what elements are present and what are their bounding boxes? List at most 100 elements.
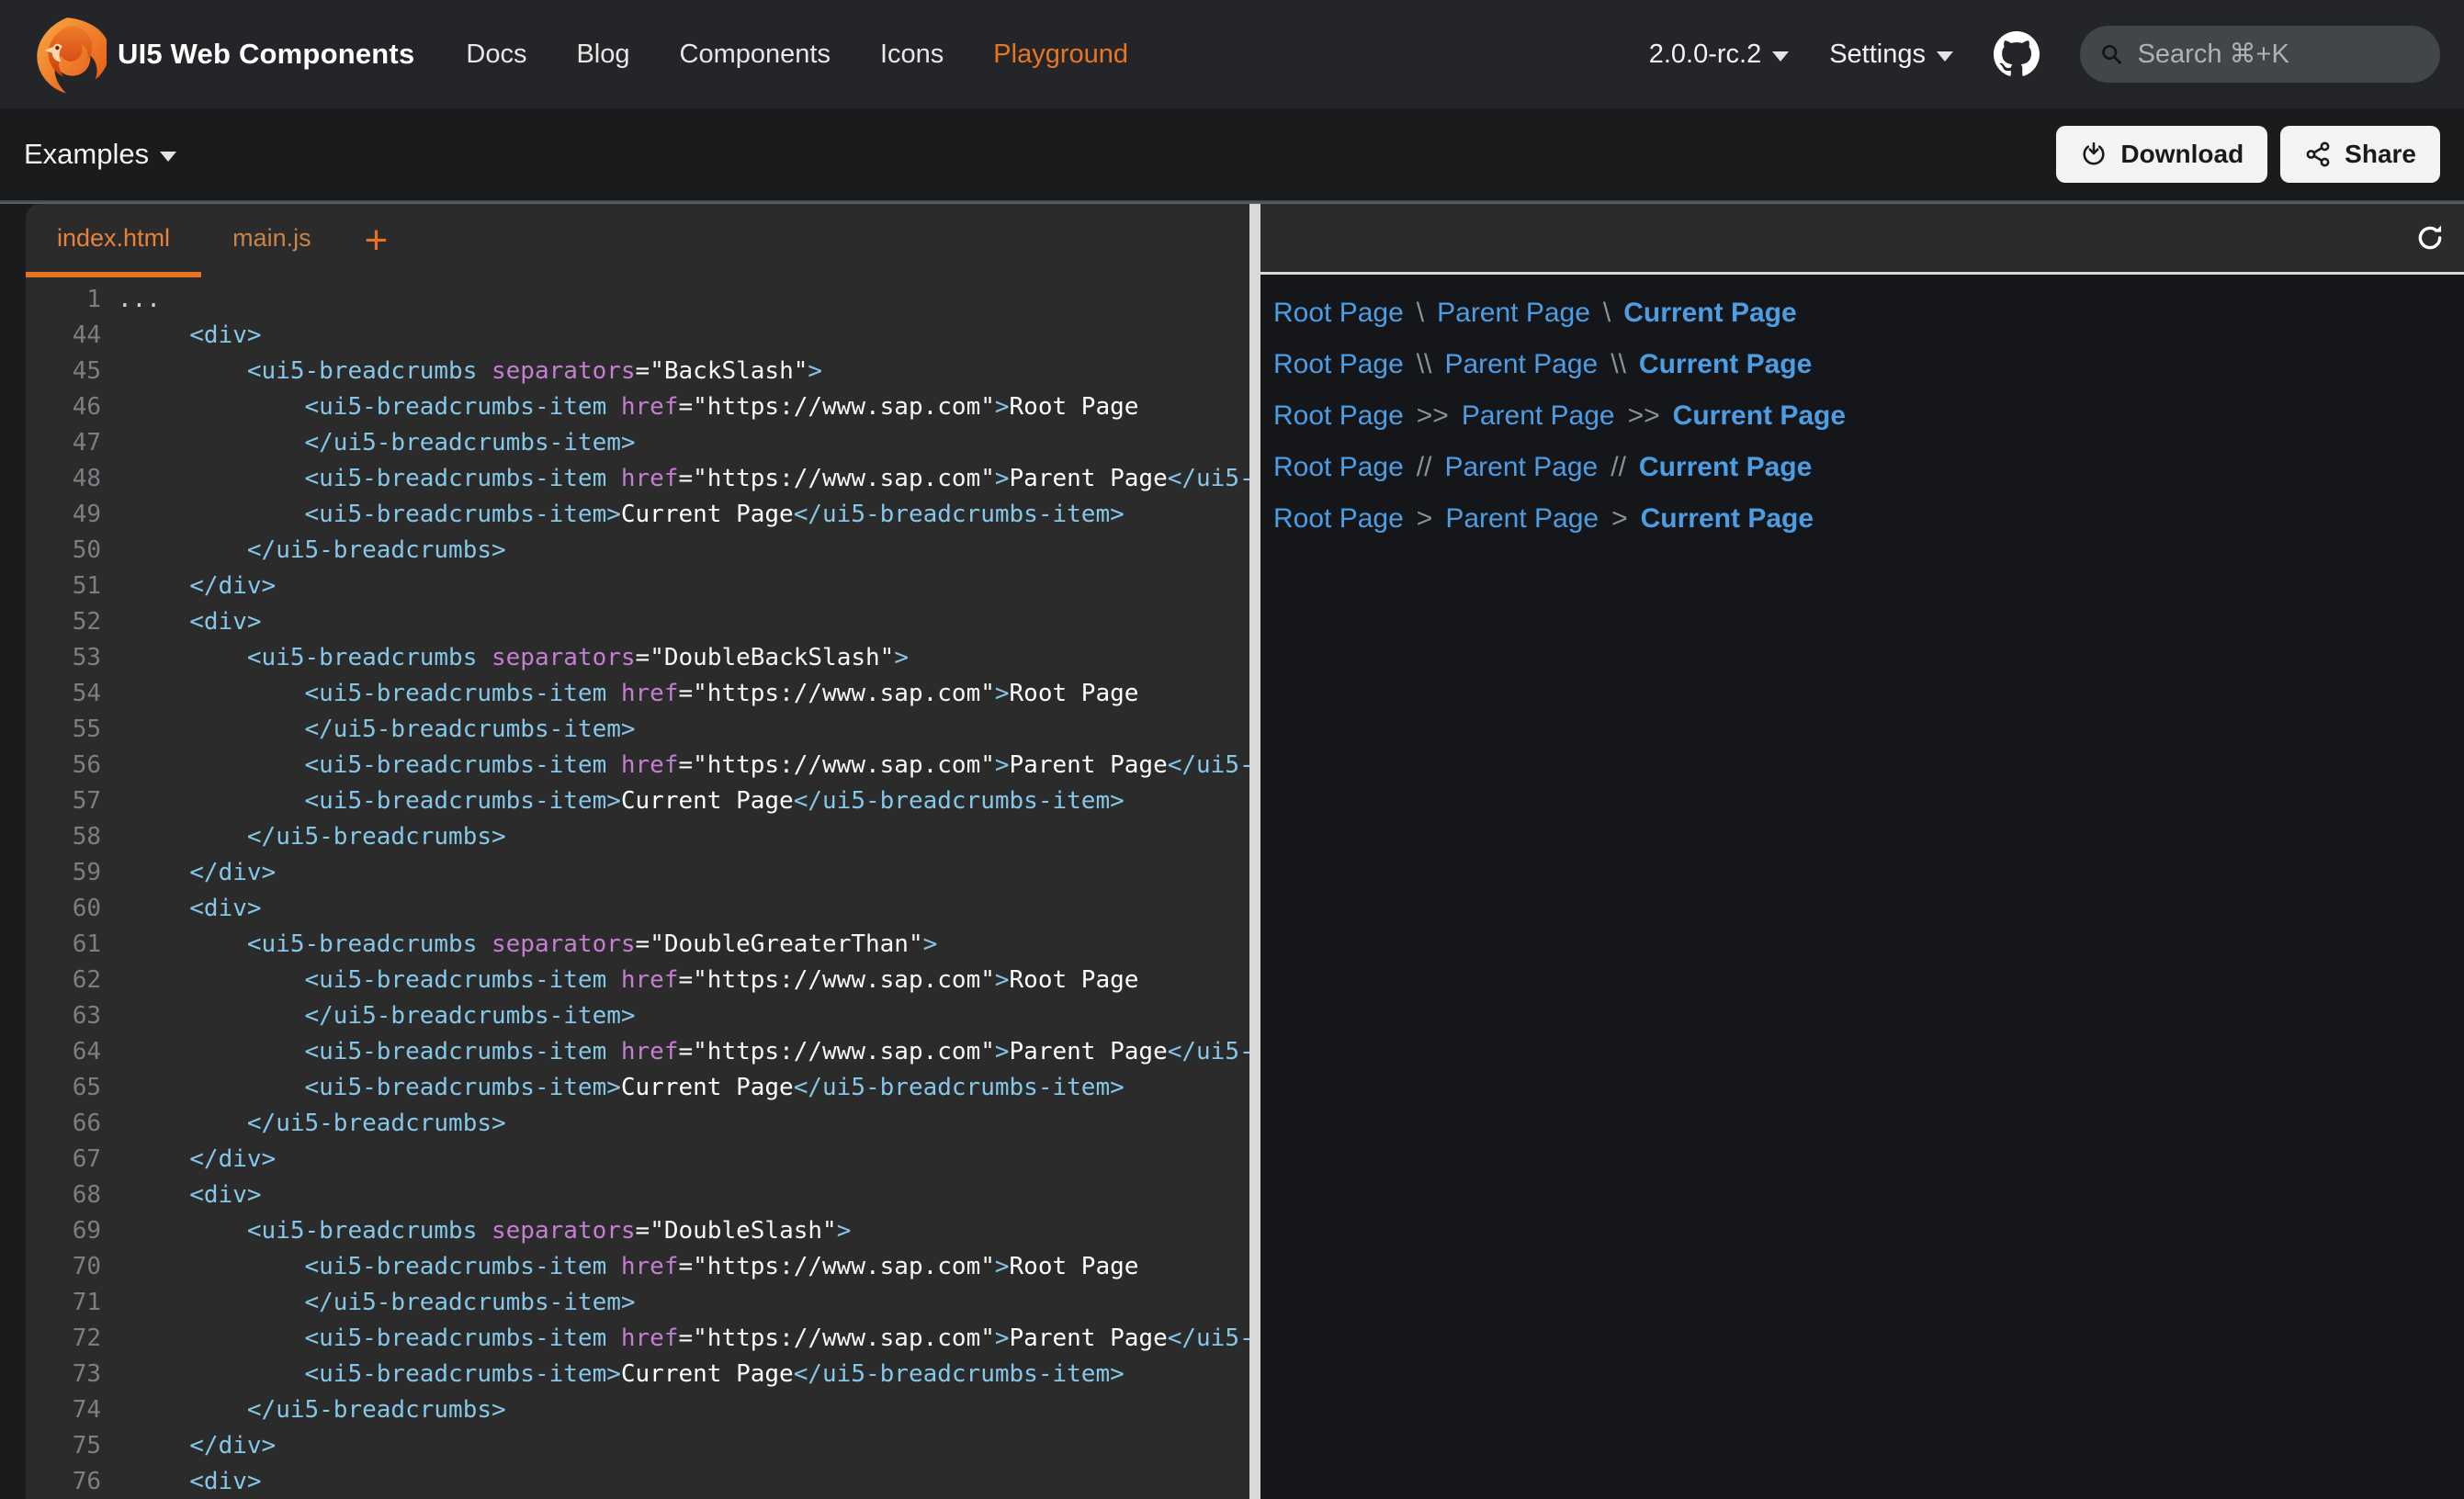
breadcrumb-link[interactable]: Parent Page (1445, 503, 1599, 535)
code-line: 73 <ui5-breadcrumbs-item>Current Page</u… (26, 1357, 1249, 1392)
breadcrumb-separator: // (1611, 452, 1626, 483)
line-number: 74 (26, 1392, 101, 1428)
breadcrumb-link[interactable]: Parent Page (1437, 298, 1590, 329)
phoenix-logo-icon[interactable] (24, 10, 108, 98)
line-number: 51 (26, 569, 101, 604)
breadcrumb-link[interactable]: Root Page (1273, 452, 1404, 483)
breadcrumb-separator: \ (1417, 298, 1424, 329)
breadcrumb-separator: \\ (1417, 349, 1432, 380)
code-line: 70 <ui5-breadcrumbs-item href="https://w… (26, 1249, 1249, 1285)
share-icon (2304, 141, 2332, 168)
breadcrumb-current: Current Page (1639, 349, 1812, 380)
line-number: 57 (26, 783, 101, 819)
breadcrumb-current: Current Page (1673, 400, 1846, 432)
code-line: 72 <ui5-breadcrumbs-item href="https://w… (26, 1321, 1249, 1357)
nav-item-components[interactable]: Components (680, 39, 831, 70)
preview-canvas: Root Page\Parent Page\Current PageRoot P… (1260, 275, 2464, 1499)
breadcrumb-separator: > (1611, 503, 1628, 535)
settings-menu[interactable]: Settings (1829, 39, 1953, 70)
breadcrumb-row: Root Page \ Parent Page \ Current Page (1273, 287, 2464, 339)
line-number: 65 (26, 1070, 101, 1106)
code-line: 75 </div> (26, 1428, 1249, 1464)
line-number: 67 (26, 1142, 101, 1178)
breadcrumb-separator: > (1417, 503, 1433, 535)
code-line: 45 <ui5-breadcrumbs separators="BackSlas… (26, 354, 1249, 389)
refresh-icon (2414, 222, 2446, 254)
code-line: 44 <div> (26, 318, 1249, 354)
breadcrumb-link[interactable]: Parent Page (1444, 452, 1598, 483)
version-label: 2.0.0-rc.2 (1649, 39, 1762, 70)
chevron-down-icon (1772, 51, 1789, 62)
download-button[interactable]: Download (2056, 126, 2267, 183)
breadcrumb-separator: \\ (1611, 349, 1626, 380)
add-tab-button[interactable]: + (352, 204, 401, 277)
github-link[interactable] (1994, 31, 2040, 77)
line-number: 61 (26, 927, 101, 963)
line-number: 75 (26, 1428, 101, 1464)
line-number: 46 (26, 389, 101, 425)
breadcrumb-link[interactable]: Root Page (1273, 298, 1404, 329)
version-select[interactable]: 2.0.0-rc.2 (1649, 39, 1790, 70)
refresh-button[interactable] (2411, 219, 2449, 257)
line-number: 55 (26, 712, 101, 748)
code-line: 66 </ui5-breadcrumbs> (26, 1106, 1249, 1142)
line-number: 64 (26, 1034, 101, 1070)
breadcrumb-link[interactable]: Root Page (1273, 400, 1404, 432)
preview-toolbar (1260, 204, 2464, 272)
download-icon (2080, 141, 2108, 168)
code-line: 74 </ui5-breadcrumbs> (26, 1392, 1249, 1428)
breadcrumb-separator: // (1417, 452, 1432, 483)
line-number: 52 (26, 604, 101, 640)
line-number: 62 (26, 963, 101, 998)
splitter-handle[interactable] (1249, 204, 1260, 1499)
line-number: 44 (26, 318, 101, 354)
code-line: 67 </div> (26, 1142, 1249, 1178)
line-number: 50 (26, 533, 101, 569)
breadcrumb-row: Root Page>Parent Page>Current Page (1273, 493, 2464, 545)
code-line: 62 <ui5-breadcrumbs-item href="https://w… (26, 963, 1249, 998)
code-line: 54 <ui5-breadcrumbs-item href="https://w… (26, 676, 1249, 712)
download-label: Download (2120, 140, 2244, 169)
search-box (2080, 26, 2440, 83)
code-line: 1... (26, 282, 1249, 318)
nav-item-docs[interactable]: Docs (466, 39, 526, 70)
code-line: 53 <ui5-breadcrumbs separators="DoubleBa… (26, 640, 1249, 676)
sample-toolbar: Examples Download Share (0, 108, 2464, 200)
code-line: 57 <ui5-breadcrumbs-item>Current Page</u… (26, 783, 1249, 819)
chevron-down-icon (160, 152, 176, 162)
nav-item-playground[interactable]: Playground (993, 39, 1128, 70)
line-number: 47 (26, 425, 101, 461)
share-button[interactable]: Share (2280, 126, 2440, 183)
code-line: 61 <ui5-breadcrumbs separators="DoubleGr… (26, 927, 1249, 963)
plus-icon: + (365, 218, 389, 264)
breadcrumb-link[interactable]: Root Page (1273, 349, 1404, 380)
tab-main-js[interactable]: main.js (201, 204, 343, 277)
line-number: 54 (26, 676, 101, 712)
code-line: 71 </ui5-breadcrumbs-item> (26, 1285, 1249, 1321)
line-number: 56 (26, 748, 101, 783)
line-number: 1 (26, 282, 101, 318)
nav-item-blog[interactable]: Blog (576, 39, 629, 70)
code-line: 60 <div> (26, 891, 1249, 927)
breadcrumb-link[interactable]: Root Page (1273, 503, 1404, 535)
breadcrumb-row: Root Page//Parent Page//Current Page (1273, 442, 2464, 493)
breadcrumb-current: Current Page (1623, 298, 1796, 329)
app-header: UI5 Web Components Docs Blog Components … (0, 0, 2464, 108)
code-line: 46 <ui5-breadcrumbs-item href="https://w… (26, 389, 1249, 425)
tab-index-html[interactable]: index.html (26, 204, 201, 277)
nav-item-icons[interactable]: Icons (880, 39, 944, 70)
code-line: 68 <div> (26, 1178, 1249, 1213)
search-input[interactable] (2136, 39, 2420, 71)
breadcrumb-link[interactable]: Parent Page (1444, 349, 1598, 380)
examples-menu[interactable]: Examples (24, 138, 176, 171)
settings-label: Settings (1829, 39, 1926, 70)
breadcrumb-link[interactable]: Parent Page (1462, 400, 1615, 432)
line-number: 48 (26, 461, 101, 497)
code-line: 63 </ui5-breadcrumbs-item> (26, 998, 1249, 1034)
code-editor-panel: index.html main.js + 1...44 <div>45 <ui5… (26, 204, 1249, 1499)
line-number: 58 (26, 819, 101, 855)
left-margin (0, 204, 26, 1499)
editor-code-area[interactable]: 1...44 <div>45 <ui5-breadcrumbs separato… (26, 277, 1249, 1499)
code-line: 76 <div> (26, 1464, 1249, 1499)
breadcrumb-separator: \ (1603, 298, 1611, 329)
